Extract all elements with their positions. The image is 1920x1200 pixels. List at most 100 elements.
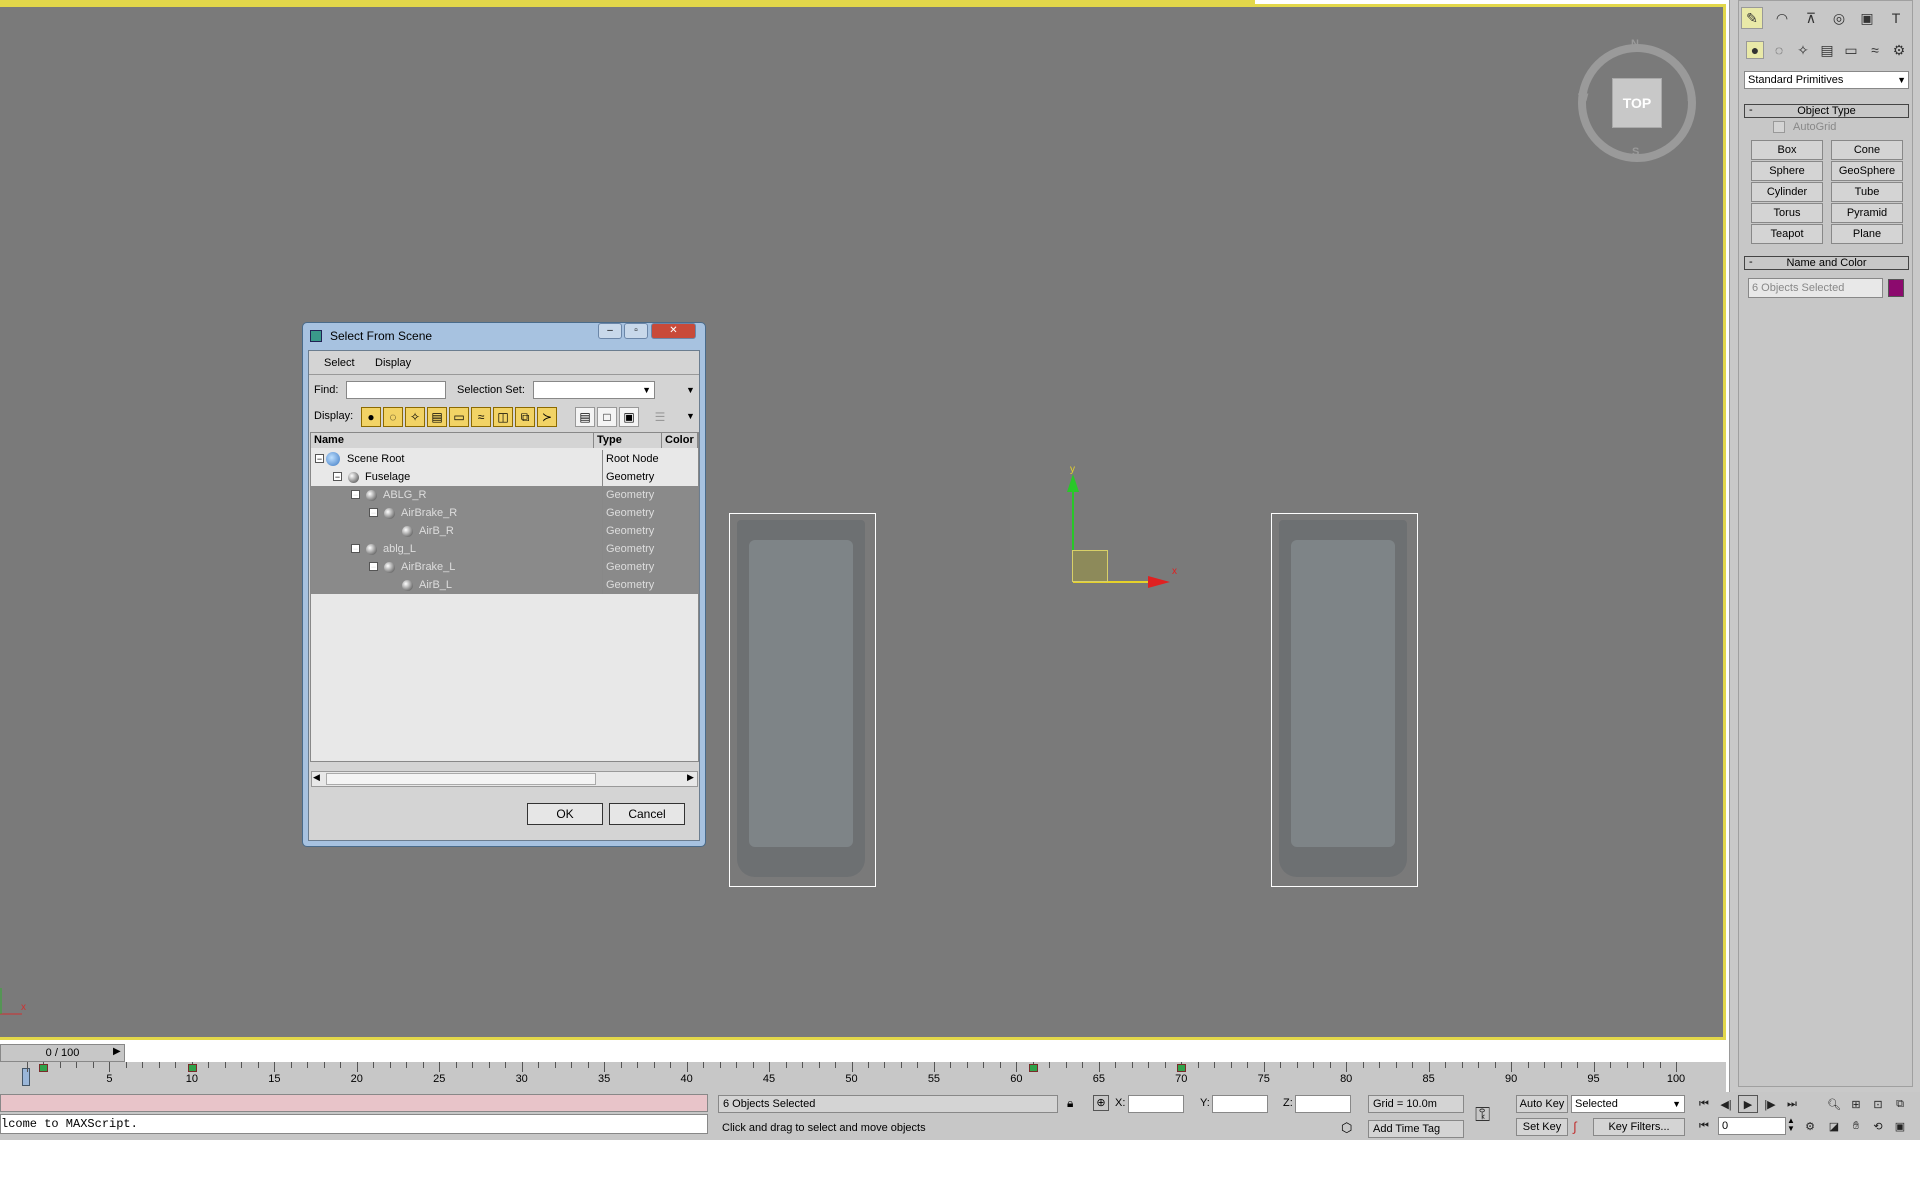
time-configuration-icon[interactable]: ⚙ xyxy=(1800,1117,1820,1135)
zoom-all-icon[interactable]: ⊞ xyxy=(1846,1095,1866,1113)
next-frame-icon[interactable]: ▶ xyxy=(113,1046,121,1057)
play-icon[interactable]: ▶ xyxy=(1738,1095,1758,1113)
torus-button[interactable]: Torus xyxy=(1751,203,1823,223)
display-options-chevron-icon[interactable]: ▼ xyxy=(686,411,695,421)
pan-icon[interactable]: ✋︎ xyxy=(1846,1117,1866,1135)
display-geometry-icon[interactable]: ● xyxy=(361,407,381,427)
motion-tab-icon[interactable]: ◎ xyxy=(1828,7,1850,29)
scrollbar-thumb[interactable] xyxy=(326,773,596,785)
display-bones-icon[interactable]: ≻ xyxy=(537,407,557,427)
display-xrefs-icon[interactable]: ⧉ xyxy=(515,407,535,427)
previous-frame-icon[interactable]: ◀| xyxy=(1716,1095,1736,1113)
options-chevron-icon[interactable]: ▼ xyxy=(686,385,695,395)
geosphere-button[interactable]: GeoSphere xyxy=(1831,161,1903,181)
set-key-button[interactable]: Set Key xyxy=(1516,1118,1568,1136)
display-helpers-icon[interactable]: ▭ xyxy=(449,407,469,427)
tree-row-airb-l[interactable]: AirB_L Geometry xyxy=(311,576,698,594)
keyframe-marker[interactable] xyxy=(1177,1064,1187,1072)
key-filters-button[interactable]: Key Filters... xyxy=(1593,1118,1685,1136)
utilities-tab-icon[interactable]: T xyxy=(1885,7,1907,29)
absolute-mode-icon[interactable]: ⊕ xyxy=(1093,1095,1109,1111)
maxscript-mini-listener-input[interactable] xyxy=(0,1094,708,1112)
object-name-field[interactable]: 6 Objects Selected xyxy=(1748,278,1883,298)
plane-button[interactable]: Plane xyxy=(1831,224,1903,244)
display-invert-icon[interactable]: ▣ xyxy=(619,407,639,427)
cancel-button[interactable]: Cancel xyxy=(609,803,685,825)
lock-icon[interactable]: 🔒︎ xyxy=(1067,1096,1073,1111)
frame-spinner-icon[interactable]: ▲ ▼ xyxy=(1787,1117,1795,1133)
display-shapes-icon[interactable]: ◌ xyxy=(383,407,403,427)
box-button[interactable]: Box xyxy=(1751,140,1823,160)
modify-tab-icon[interactable]: ◠ xyxy=(1771,7,1793,29)
tree-row-ablg-l[interactable]: − ablg_L Geometry xyxy=(311,540,698,558)
time-slider[interactable]: 0 / 100 xyxy=(0,1044,125,1062)
menu-display[interactable]: Display xyxy=(375,353,411,373)
maxscript-mini-listener-output[interactable]: lcome to MAXScript. xyxy=(0,1114,708,1134)
column-name[interactable]: Name xyxy=(311,433,594,448)
display-options-icon[interactable]: ☰ xyxy=(650,407,670,427)
key-icon[interactable]: ⚿ xyxy=(1475,1104,1490,1127)
airbrake-object-right[interactable] xyxy=(1279,520,1407,877)
cylinder-button[interactable]: Cylinder xyxy=(1751,182,1823,202)
column-color[interactable]: Color xyxy=(662,433,698,448)
display-none-icon[interactable]: □ xyxy=(597,407,617,427)
airbrake-object-left[interactable] xyxy=(737,520,865,877)
collapse-icon[interactable]: − xyxy=(351,490,360,500)
collapse-icon[interactable]: − xyxy=(369,562,378,572)
zoom-extents-all-icon[interactable]: ⧉ xyxy=(1890,1095,1910,1113)
hierarchy-tab-icon[interactable]: ⊼ xyxy=(1800,7,1822,29)
tree-row-fuselage[interactable]: − Fuselage Geometry xyxy=(311,468,698,486)
current-frame-field[interactable]: 0 xyxy=(1718,1117,1786,1135)
orbit-icon[interactable]: ⟲ xyxy=(1868,1117,1888,1135)
spacewarps-category-icon[interactable]: ≈ xyxy=(1866,41,1884,59)
key-selection-dropdown[interactable]: Selected ▼ xyxy=(1571,1095,1685,1113)
tree-row-airbrake-l[interactable]: − AirBrake_L Geometry xyxy=(311,558,698,576)
tree-row-scene-root[interactable]: − Scene Root Root Node xyxy=(311,450,698,468)
tree-row-airb-r[interactable]: AirB_R Geometry xyxy=(311,522,698,540)
set-key-curve-icon[interactable]: ∫ xyxy=(1573,1119,1577,1134)
display-all-icon[interactable]: ▤ xyxy=(575,407,595,427)
move-gizmo[interactable] xyxy=(1050,462,1190,592)
keyframe-marker[interactable] xyxy=(1028,1064,1038,1072)
menu-select[interactable]: Select xyxy=(324,353,355,373)
cameras-category-icon[interactable]: ▤ xyxy=(1818,41,1836,59)
go-to-end-icon[interactable]: ⏭ xyxy=(1782,1095,1802,1113)
geometry-category-icon[interactable]: ● xyxy=(1746,41,1764,59)
create-tab-icon[interactable]: ✎ xyxy=(1741,7,1763,29)
current-frame-marker[interactable] xyxy=(22,1068,30,1086)
shapes-category-icon[interactable]: ◌ xyxy=(1770,41,1788,59)
maximize-button[interactable]: ▫ xyxy=(624,323,648,339)
ok-button[interactable]: OK xyxy=(527,803,603,825)
column-type[interactable]: Type xyxy=(594,433,662,448)
sphere-button[interactable]: Sphere xyxy=(1751,161,1823,181)
track-bar[interactable]: 5 10 15 20 25 30 35 40 45 50 55 60 65 70 75 80 85 90 95 100 xyxy=(0,1062,1726,1092)
autogrid-checkbox[interactable] xyxy=(1773,121,1785,133)
helpers-category-icon[interactable]: ▭ xyxy=(1842,41,1860,59)
object-type-rollout-header[interactable]: - Object Type xyxy=(1744,104,1909,118)
systems-category-icon[interactable]: ⚙ xyxy=(1890,41,1908,59)
pyramid-button[interactable]: Pyramid xyxy=(1831,203,1903,223)
display-groups-icon[interactable]: ◫ xyxy=(493,407,513,427)
display-spacewarps-icon[interactable]: ≈ xyxy=(471,407,491,427)
find-input[interactable] xyxy=(346,381,446,399)
scroll-right-icon[interactable]: ▶ xyxy=(687,772,694,783)
close-button[interactable]: ✕ xyxy=(651,323,696,339)
z-coordinate-field[interactable] xyxy=(1295,1095,1351,1113)
keyframe-marker[interactable] xyxy=(187,1064,197,1072)
tube-button[interactable]: Tube xyxy=(1831,182,1903,202)
x-coordinate-field[interactable] xyxy=(1128,1095,1184,1113)
next-frame-icon[interactable]: |▶ xyxy=(1760,1095,1780,1113)
display-tab-icon[interactable]: ▣ xyxy=(1856,7,1878,29)
collapse-icon[interactable]: − xyxy=(315,454,324,464)
time-tag-icon[interactable]: ⬡ xyxy=(1341,1120,1352,1136)
collapse-icon[interactable]: − xyxy=(351,544,360,554)
field-of-view-icon[interactable]: ◪ xyxy=(1824,1117,1844,1135)
primitive-category-dropdown[interactable]: Standard Primitives ▼ xyxy=(1744,71,1909,89)
key-mode-icon[interactable]: ⏮ xyxy=(1694,1117,1714,1135)
object-color-swatch[interactable] xyxy=(1888,279,1904,297)
display-lights-icon[interactable]: ✧ xyxy=(405,407,425,427)
lights-category-icon[interactable]: ✧ xyxy=(1794,41,1812,59)
selection-set-dropdown[interactable]: ▼ xyxy=(533,381,655,399)
keyframe-marker[interactable] xyxy=(39,1064,49,1072)
zoom-icon[interactable]: 🔍︎ xyxy=(1824,1095,1844,1113)
